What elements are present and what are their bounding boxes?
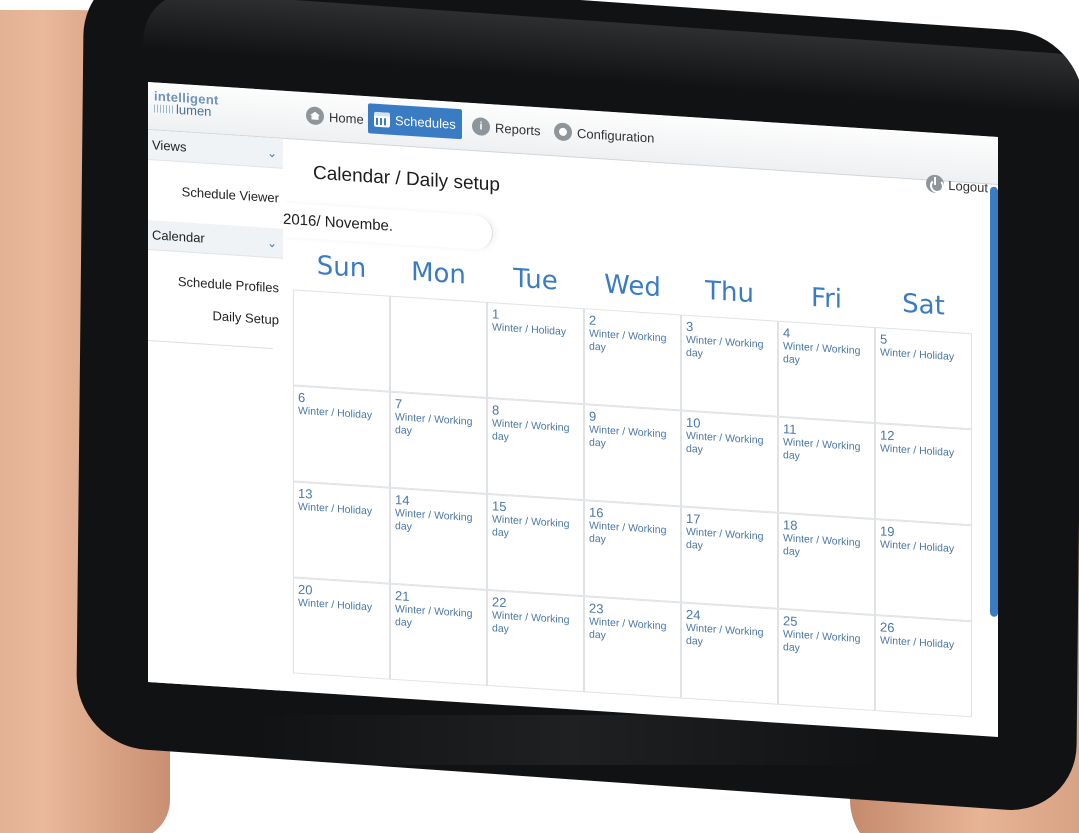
day-type: Winter / Working day	[492, 609, 570, 636]
month-selector[interactable]: 2016/ Novembe.	[283, 202, 493, 251]
chevron-down-icon: ⌄	[266, 235, 277, 250]
calendar-day-cell[interactable]: 2 Winter / Working day	[584, 308, 681, 411]
calendar-day-cell[interactable]: 22 Winter / Working day	[487, 589, 584, 693]
gear-icon	[554, 122, 572, 142]
sidebar-divider	[148, 340, 273, 350]
weekday-tue: Tue	[513, 263, 558, 297]
day-type: Winter / Working day	[783, 532, 861, 559]
tablet-screen: intelligent lumen Home Schedules Reports…	[148, 82, 998, 737]
calendar-day-cell[interactable]: 24 Winter / Working day	[681, 602, 778, 705]
calendar-day-cell[interactable]: 18 Winter / Working day	[778, 512, 875, 616]
calendar-day-cell[interactable]: 14 Winter / Working day	[390, 487, 487, 590]
day-type: Winter / Working day	[783, 436, 861, 463]
calendar-day-cell[interactable]: 23 Winter / Working day	[584, 596, 681, 699]
sidebar-section-views-label: Views	[152, 137, 187, 155]
day-type: Winter / Working day	[783, 340, 861, 367]
calendar-day-cell[interactable]: 12 Winter / Holiday	[875, 423, 972, 526]
calendar-grid: 1 Winter / Holiday 2 Winter / Working day 3 W…	[293, 289, 993, 718]
nav-schedules-label: Schedules	[395, 112, 456, 132]
day-type: Winter / Working day	[686, 525, 764, 552]
calendar-day-cell[interactable]: 13 Winter / Holiday	[293, 481, 390, 584]
calendar-day-cell[interactable]: 19 Winter / Holiday	[875, 519, 972, 622]
home-icon	[306, 106, 324, 126]
nav-configuration[interactable]: Configuration	[548, 118, 660, 151]
calendar-day-cell[interactable]: 6 Winter / Holiday	[293, 385, 390, 488]
calendar-day-cell[interactable]: 15 Winter / Working day	[487, 493, 584, 597]
day-type: Winter / Working day	[492, 417, 570, 444]
intelligent-lumen-logo[interactable]: intelligent lumen	[154, 88, 274, 126]
calendar-cell-empty[interactable]	[293, 289, 390, 392]
calendar-day-cell[interactable]: 9 Winter / Working day	[584, 404, 681, 507]
weekday-sun: Sun	[316, 250, 367, 285]
day-type: Winter / Working day	[783, 628, 861, 655]
day-type: Winter / Working day	[589, 423, 667, 450]
nav-schedules[interactable]: Schedules	[368, 103, 462, 140]
weekday-thu: Thu	[705, 276, 754, 310]
sidebar: Views ⌄ Schedule Viewer Calendar ⌄ Sched…	[148, 130, 283, 699]
calendar-day-cell[interactable]: 4 Winter / Working day	[778, 320, 875, 424]
calendar-day-cell[interactable]: 5 Winter / Holiday	[875, 327, 972, 430]
bezel-glare	[250, 715, 890, 765]
weekday-fri: Fri	[811, 282, 842, 315]
nav-home[interactable]: Home	[300, 102, 370, 133]
day-type: Winter / Working day	[395, 506, 473, 534]
calendar-day-cell[interactable]: 25 Winter / Working day	[778, 608, 875, 712]
calendar-day-cell[interactable]: 3 Winter / Working day	[681, 314, 778, 417]
calendar-day-cell[interactable]: 21 Winter / Working day	[390, 583, 487, 686]
calendar-day-cell[interactable]: 7 Winter / Working day	[390, 391, 487, 494]
chevron-down-icon: ⌄	[266, 145, 277, 160]
calendar-day-cell[interactable]: 11 Winter / Working day	[778, 416, 875, 520]
weekday-sat: Sat	[902, 288, 945, 322]
day-type: Winter / Working day	[589, 615, 667, 642]
calendar-day-cell[interactable]: 16 Winter / Working day	[584, 500, 681, 603]
day-type: Winter / Working day	[492, 513, 570, 540]
day-type: Winter / Working day	[395, 602, 473, 630]
day-type: Winter / Working day	[686, 429, 764, 456]
nav-reports[interactable]: Reports	[466, 113, 547, 144]
sidebar-section-calendar-label: Calendar	[152, 227, 205, 246]
photo-stage: rias dua intelligent lumen Home Schedule…	[0, 0, 1079, 833]
day-type: Winter / Working day	[589, 327, 667, 354]
day-type: Winter / Working day	[395, 410, 473, 438]
page-title: Calendar / Daily setup	[313, 162, 500, 196]
calendar-cell-empty[interactable]	[390, 295, 487, 398]
calendar-day-cell[interactable]: 26 Winter / Holiday	[875, 615, 972, 718]
info-icon	[472, 116, 490, 137]
vertical-scrollbar[interactable]	[990, 186, 998, 617]
weekday-wed: Wed	[604, 269, 661, 304]
nav-home-label: Home	[329, 109, 364, 127]
calendar-day-cell[interactable]: 1 Winter / Holiday	[487, 301, 584, 405]
main-content: Calendar / Daily setup 2016/ Novembe. Su…	[283, 139, 998, 737]
nav-configuration-label: Configuration	[577, 125, 655, 146]
day-type: Winter / Working day	[686, 621, 764, 648]
day-type: Winter / Working day	[686, 333, 764, 360]
calendar-day-cell[interactable]: 17 Winter / Working day	[681, 506, 778, 609]
weekday-mon: Mon	[411, 257, 466, 291]
calendar-day-cell[interactable]: 8 Winter / Working day	[487, 397, 584, 501]
nav-reports-label: Reports	[495, 119, 541, 138]
calendar-day-cell[interactable]: 20 Winter / Holiday	[293, 577, 390, 680]
day-type: Winter / Working day	[589, 519, 667, 546]
calendar-icon	[374, 111, 390, 128]
calendar-day-cell[interactable]: 10 Winter / Working day	[681, 410, 778, 513]
